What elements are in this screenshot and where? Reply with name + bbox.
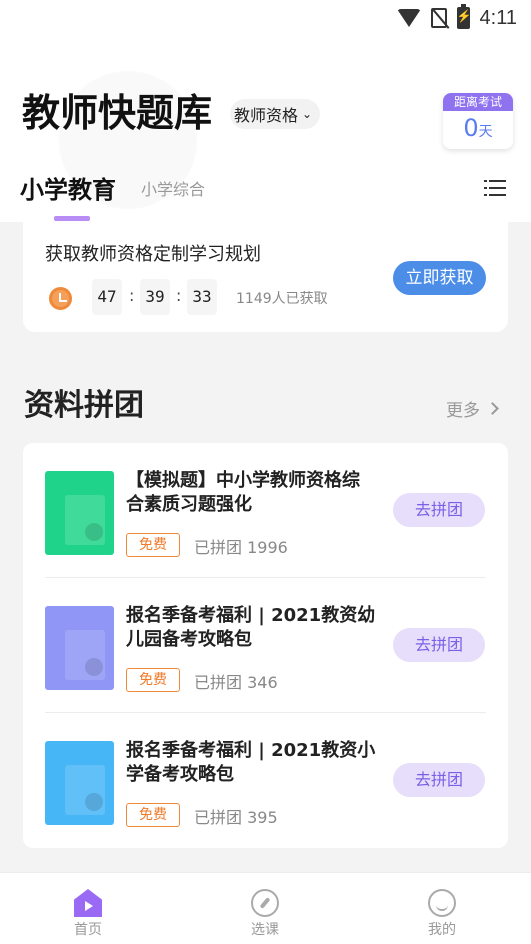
- tab-primary-comprehensive[interactable]: 小学综合: [141, 176, 205, 200]
- qualification-select[interactable]: 教师资格 ⌄: [230, 99, 321, 129]
- group-count: 已拼团 346: [194, 673, 278, 692]
- timer-minutes: 39: [140, 279, 170, 315]
- section-title: 资料拼团: [24, 388, 144, 423]
- nav-item-courses[interactable]: 选课: [225, 873, 305, 944]
- home-icon: [74, 889, 102, 917]
- exam-countdown-value-wrap: 0天: [443, 111, 513, 145]
- background-watermark: [0, 40, 220, 240]
- join-group-button[interactable]: 去拼团: [393, 493, 485, 527]
- book-cover-icon: [45, 741, 114, 825]
- list-item[interactable]: 报名季备考福利 | 2021教资小学备考攻略包 免费 已拼团 395 去拼团: [23, 713, 508, 848]
- status-time: 4:11: [479, 6, 517, 29]
- qualification-select-label: 教师资格: [234, 106, 299, 125]
- item-title: 报名季备考福利 | 2021教资小学备考攻略包: [126, 740, 376, 785]
- nav-label-home: 首页: [74, 922, 102, 938]
- list-item[interactable]: 报名季备考福利 | 2021教资幼儿园备考攻略包 免费 已拼团 346 去拼团: [23, 578, 508, 713]
- status-bar: 4:11: [396, 4, 517, 30]
- timer-hours: 47: [92, 279, 122, 315]
- menu-list-icon[interactable]: [484, 178, 506, 198]
- timer-seconds: 33: [187, 279, 217, 315]
- app-title: 教师快题库: [22, 91, 213, 135]
- bottom-nav: 首页 选课 我的: [0, 872, 531, 944]
- timer-separator: :: [129, 286, 135, 305]
- wifi-icon: [396, 9, 421, 27]
- join-group-button[interactable]: 去拼团: [393, 763, 485, 797]
- no-sim-icon: [430, 8, 447, 28]
- exam-countdown-badge[interactable]: 距离考试 0天: [443, 93, 513, 149]
- taken-count: 1149人已获取: [236, 291, 328, 307]
- nav-item-profile[interactable]: 我的: [402, 873, 482, 944]
- book-cover-icon: [45, 606, 114, 690]
- item-title: 【模拟题】中小学教师资格综合素质习题强化: [126, 470, 360, 515]
- list-item[interactable]: 【模拟题】中小学教师资格综合素质习题强化 免费 已拼团 1996 去拼团: [23, 443, 508, 578]
- timer-separator: :: [176, 286, 182, 305]
- tab-primary-education[interactable]: 小学教育: [20, 170, 116, 205]
- more-label: 更多: [446, 401, 480, 421]
- get-now-button[interactable]: 立即获取: [393, 261, 486, 295]
- study-plan-promo-card: 获取教师资格定制学习规划 47 : 39 : 33 1149人已获取 立即获取: [23, 222, 508, 332]
- join-group-button[interactable]: 去拼团: [393, 628, 485, 662]
- group-count: 已拼团 395: [194, 808, 278, 827]
- nav-item-home[interactable]: 首页: [48, 873, 128, 944]
- exam-countdown-value: 0: [463, 114, 479, 142]
- exam-countdown-label: 距离考试: [443, 93, 513, 111]
- promo-title: 获取教师资格定制学习规划: [45, 244, 261, 265]
- free-tag: 免费: [126, 668, 180, 692]
- compass-icon: [251, 889, 279, 917]
- group-count: 已拼团 1996: [194, 538, 288, 557]
- free-tag: 免费: [126, 533, 180, 557]
- profile-icon: [428, 889, 456, 917]
- book-cover-icon: [45, 471, 114, 555]
- chevron-right-icon: [486, 402, 499, 415]
- chevron-down-icon: ⌄: [302, 107, 313, 121]
- group-buy-list: 【模拟题】中小学教师资格综合素质习题强化 免费 已拼团 1996 去拼团 报名季…: [23, 443, 508, 848]
- battery-charging-icon: [456, 4, 471, 29]
- more-link[interactable]: 更多: [446, 396, 499, 421]
- item-title: 报名季备考福利 | 2021教资幼儿园备考攻略包: [126, 605, 376, 650]
- nav-label-courses: 选课: [251, 922, 279, 938]
- nav-label-profile: 我的: [428, 922, 456, 938]
- exam-countdown-unit: 天: [478, 124, 493, 140]
- tab-active-indicator: [54, 216, 90, 221]
- alarm-clock-icon: [46, 284, 74, 310]
- free-tag: 免费: [126, 803, 180, 827]
